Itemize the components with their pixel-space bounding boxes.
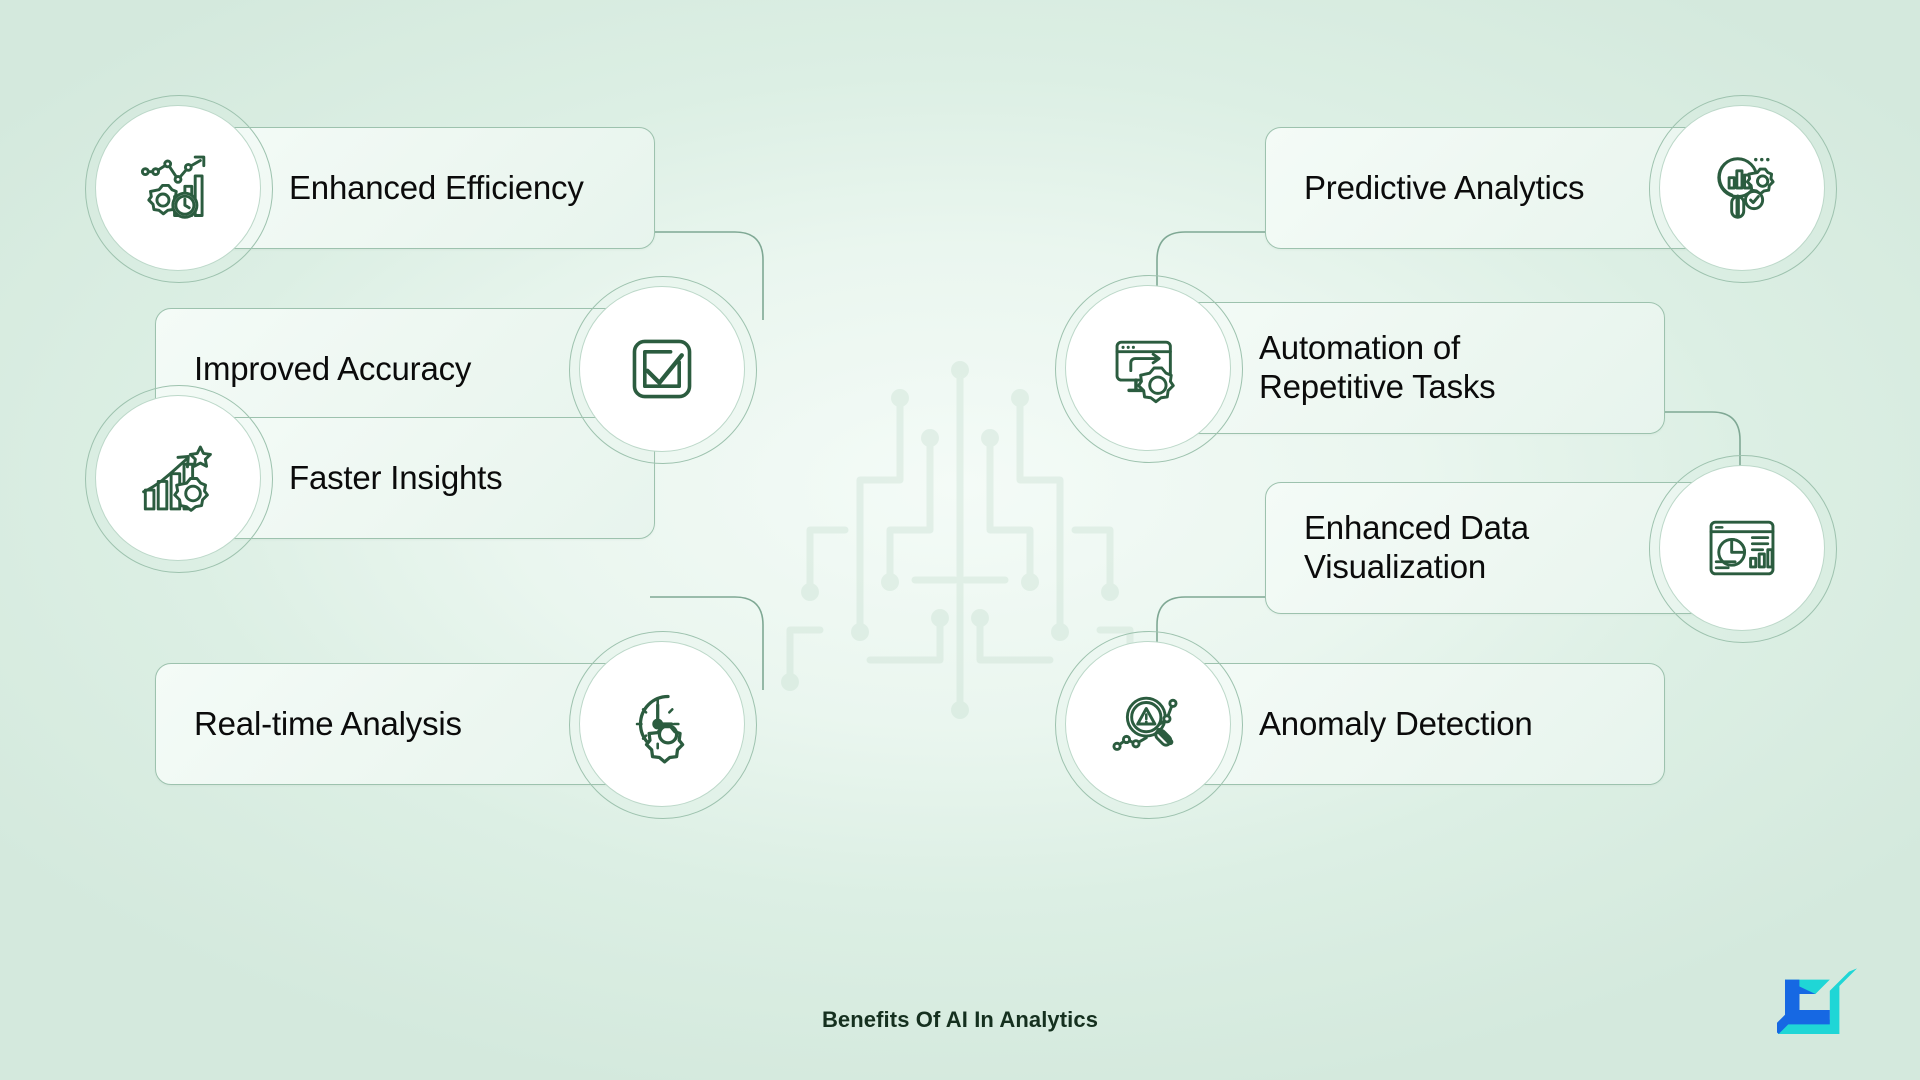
- benefit-item-predictive-analytics[interactable]: Predictive Analytics: [1265, 95, 1837, 283]
- brand-logo: [1777, 968, 1857, 1034]
- benefit-label: Enhanced Data Visualization: [1304, 509, 1529, 585]
- chart-gear-clock-icon: [85, 95, 273, 283]
- left-benefit-column: Enhanced Efficiency Improved Accuracy Fa…: [85, 0, 895, 900]
- benefit-label: Anomaly Detection: [1259, 704, 1533, 742]
- magnifier-warning-nodes-icon: [1055, 631, 1243, 819]
- infographic-canvas: Enhanced Efficiency Improved Accuracy Fa…: [0, 0, 1920, 1080]
- magnifier-bars-gear-icon: [1649, 95, 1837, 283]
- benefit-label: Real-time Analysis: [194, 704, 462, 742]
- benefit-label: Automation of Repetitive Tasks: [1259, 329, 1496, 405]
- dashboard-pie-bars-icon: [1649, 455, 1837, 643]
- growth-star-gear-icon: [85, 385, 273, 573]
- benefit-item-real-time-analysis[interactable]: Real-time Analysis: [155, 631, 757, 819]
- monitor-arrow-gear-icon: [1055, 275, 1243, 463]
- benefit-item-anomaly-detection[interactable]: Anomaly Detection: [1055, 631, 1665, 819]
- checkbox-check-icon: [569, 276, 757, 464]
- benefit-label: Predictive Analytics: [1304, 168, 1585, 206]
- clock-gear-icon: [569, 631, 757, 819]
- page-title: Benefits Of AI In Analytics: [821, 1007, 1099, 1032]
- benefit-label: Faster Insights: [289, 458, 503, 496]
- benefit-item-enhanced-efficiency[interactable]: Enhanced Efficiency: [85, 95, 655, 283]
- benefit-label: Improved Accuracy: [194, 349, 472, 387]
- benefit-item-automation-of-repetitive-tasks[interactable]: Automation of Repetitive Tasks: [1055, 275, 1665, 463]
- benefit-label: Enhanced Efficiency: [289, 168, 584, 206]
- right-benefit-column: Predictive Analytics Automation of Repet…: [1055, 0, 1865, 900]
- benefit-item-faster-insights[interactable]: Faster Insights: [85, 385, 655, 573]
- benefit-item-enhanced-data-visualization[interactable]: Enhanced Data Visualization: [1265, 455, 1837, 643]
